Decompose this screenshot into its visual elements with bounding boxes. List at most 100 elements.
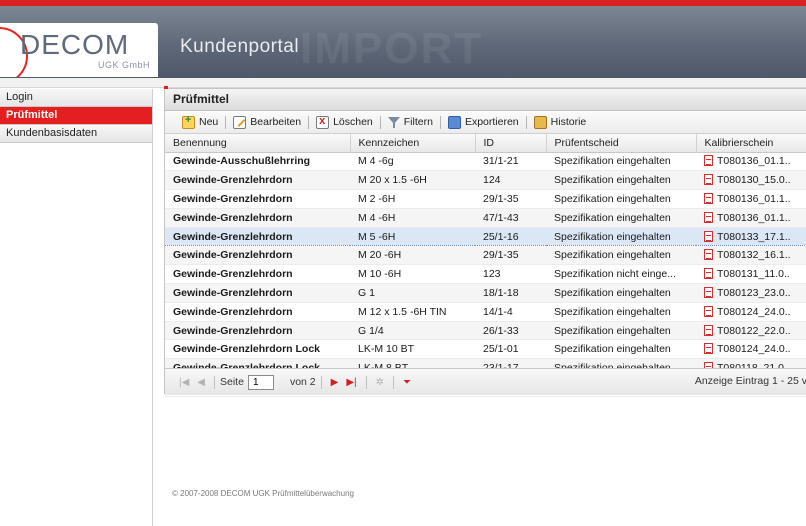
table-row[interactable]: Gewinde-Grenzlehrdorn G 1 18/1-18 Spezifika… [165,283,806,303]
cell-text: Gewinde-Grenzlehrdorn [173,192,293,205]
cell-text: T080136_01.1.. [717,211,791,224]
pdf-export-icon[interactable]: ⏷ [403,377,411,388]
cell-text: Spezifikation nicht einge... [554,268,676,281]
cell-text: T080136_01.1.. [717,192,791,205]
cell-text: Spezifikation eingehalten [554,192,671,205]
refresh-icon[interactable]: ✲ [376,377,384,388]
column-header-id[interactable]: ID [475,134,547,153]
cell-text: T080122_22.0.. [717,324,791,337]
delete-button-label: Löschen [333,116,373,128]
page-number-input[interactable] [247,374,274,390]
cell-id: 14/1-4 [475,302,546,322]
cell-pruefentscheid: Spezifikation eingehalten [546,170,696,191]
cell-pruefentscheid: Spezifikation eingehalten [546,302,696,322]
history-icon [533,115,547,129]
delete-button[interactable]: Löschen [313,115,376,129]
cell-kalibrierschein[interactable]: T080132_16.1.. [696,245,806,266]
cell-text: Gewinde-Grenzlehrdorn [173,305,293,318]
cell-benennung: Gewinde-Grenzlehrdorn [165,208,350,228]
first-page-icon[interactable]: |◀ [179,377,189,388]
cell-kalibrierschein[interactable]: T080124_24.0.. [696,302,806,322]
cell-kennzeichen: M 4 -6g [350,152,475,172]
cell-text: Gewinde-Grenzlehrdorn [173,286,293,299]
pdf-file-icon [704,211,713,223]
pdf-file-icon [704,174,713,186]
cell-text: G 1 [358,286,375,299]
cell-id: 124 [475,170,546,191]
header: IMPORT DECOM UGK GmbH Kundenportal [0,6,806,78]
new-button[interactable]: Neu [179,114,221,129]
next-page-icon[interactable]: ▶ [331,377,339,388]
table-row[interactable]: Gewinde-Grenzlehrdorn M 20 x 1.5 -6H 124 Sp… [165,170,806,191]
cell-kennzeichen: LK-M 10 BT [350,339,475,360]
cell-kalibrierschein[interactable]: T080133_17.1.. [696,226,806,247]
column-header-benennung[interactable]: Benennung [165,134,351,153]
toolbar-separator [308,115,310,129]
cell-kennzeichen: M 20 -6H [350,245,475,266]
table-row[interactable]: Gewinde-Grenzlehrdorn M 4 -6H 47/1-43 Spezi… [165,208,806,228]
table-row[interactable]: Gewinde-Grenzlehrdorn M 10 -6H 123 Spezifik… [165,264,806,285]
cell-kennzeichen: G 1 [350,283,475,303]
cell-text: M 20 -6H [358,249,402,262]
cell-id: 29/1-35 [475,245,546,266]
cell-kalibrierschein[interactable]: T080131_11.0.. [696,264,806,285]
table-row[interactable]: Gewinde-Ausschußlehrring M 4 -6g 31/1-21 Sp… [165,152,806,172]
column-header-kennzeichen[interactable]: Kennzeichen [350,134,476,153]
cell-kalibrierschein[interactable]: T080123_23.0.. [696,283,806,303]
cell-text: Spezifikation eingehalten [554,286,671,299]
table-row[interactable]: Gewinde-Grenzlehrdorn M 2 -6H 29/1-35 Spezi… [165,189,806,209]
cell-kalibrierschein[interactable]: T080130_15.0.. [696,170,806,191]
prev-page-icon[interactable]: ◀ [197,377,205,388]
cell-kalibrierschein[interactable]: T080124_24.0.. [696,339,806,360]
sidebar-item-kundenbasisdaten[interactable]: Kundenbasisdaten [0,125,152,143]
export-icon [447,115,461,129]
cell-kalibrierschein[interactable]: T080122_22.0.. [696,321,806,341]
cell-text: Gewinde-Grenzlehrdorn [173,211,293,224]
pdf-file-icon [704,324,713,336]
pdf-file-icon [704,155,713,167]
cell-text: Spezifikation eingehalten [554,249,671,262]
add-icon [182,114,195,129]
cell-text: T080132_16.1.. [717,249,791,262]
table-row[interactable]: Gewinde-Grenzlehrdorn Lock LK-M 10 BT 25/1… [165,339,806,360]
table-row[interactable]: Gewinde-Grenzlehrdorn G 1/4 26/1-33 Spezifi… [165,321,806,341]
edit-button[interactable]: Bearbeiten [230,115,304,129]
filter-icon [387,116,400,128]
pdf-file-icon [704,249,713,261]
cell-pruefentscheid: Spezifikation eingehalten [546,283,696,303]
cell-text: M 4 -6H [358,211,396,224]
pdf-file-icon [704,305,713,317]
pager-separator [365,375,367,389]
cell-id: 123 [475,264,546,285]
last-page-icon[interactable]: ▶| [346,377,356,388]
cell-kennzeichen: M 5 -6H [350,226,475,247]
grid-header-row: Benennung Kennzeichen ID Prüfentscheid K… [165,134,806,153]
sidebar-item-pruefmittel[interactable]: Prüfmittel [0,107,152,125]
table-row[interactable]: Gewinde-Grenzlehrdorn M 12 x 1.5 -6H TIN 1… [165,302,806,322]
column-header-pruefentscheid[interactable]: Prüfentscheid [546,134,697,153]
cell-kalibrierschein[interactable]: T080136_01.1.. [696,152,806,172]
cell-id: 18/1-18 [475,283,546,303]
header-subbar [0,78,806,88]
cell-pruefentscheid: Spezifikation nicht einge... [546,264,696,285]
cell-kalibrierschein[interactable]: T080136_01.1.. [696,189,806,209]
history-button[interactable]: Historie [531,115,590,129]
cell-kalibrierschein[interactable]: T080136_01.1.. [696,208,806,228]
export-button[interactable]: Exportieren [445,115,522,129]
delete-icon [316,115,330,129]
cell-text: Spezifikation eingehalten [554,305,671,318]
cell-kennzeichen: G 1/4 [350,321,475,341]
table-row[interactable]: Gewinde-Grenzlehrdorn M 20 -6H 29/1-35 Spez… [165,245,806,266]
sidebar-item-login[interactable]: Login [0,89,152,107]
table-row[interactable]: Gewinde-Grenzlehrdorn M 5 -6H 25/1-16 Spezi… [165,226,806,247]
cell-id: 25/1-01 [475,339,546,360]
cell-kennzeichen: M 2 -6H [350,189,475,209]
column-header-kalibrierschein[interactable]: Kalibrierschein [696,134,806,153]
cell-id: 31/1-21 [475,152,546,172]
cell-text: Spezifikation eingehalten [554,155,671,168]
filter-button[interactable]: Filtern [385,116,436,128]
cell-text: M 10 -6H [358,268,402,281]
pdf-file-icon [704,230,713,242]
cell-text: 124 [483,174,501,187]
cell-benennung: Gewinde-Grenzlehrdorn [165,302,350,322]
